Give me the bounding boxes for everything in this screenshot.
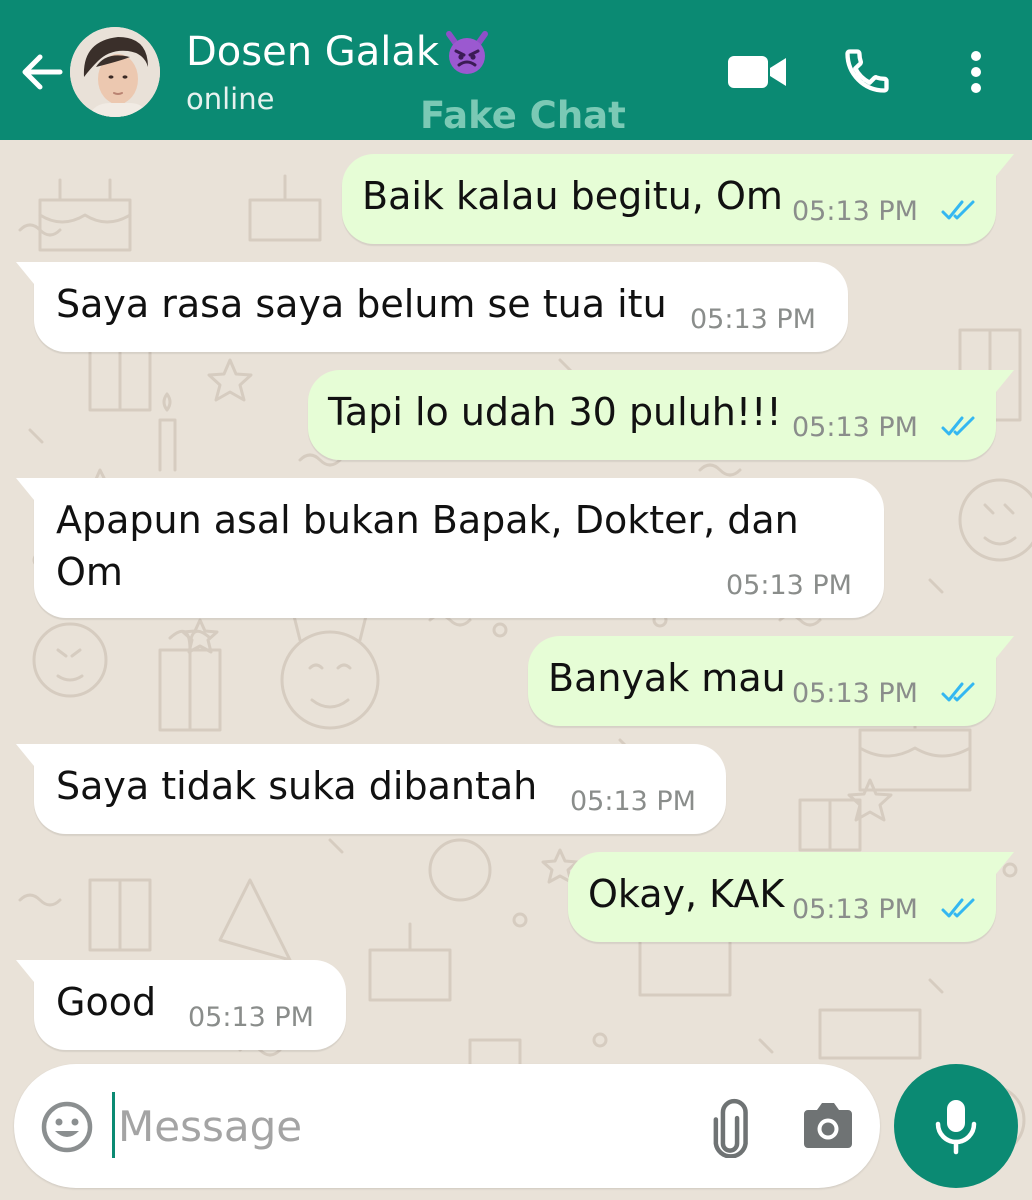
phone-icon (845, 49, 889, 93)
message-time: 05:13 PM (726, 570, 852, 601)
message-text: Baik kalau begitu, Om (362, 174, 783, 218)
message-text: Tapi lo udah 30 puluh!!! (328, 390, 782, 434)
more-vertical-icon (971, 51, 981, 93)
incoming-message[interactable]: Good 05:13 PM (16, 960, 346, 1050)
message-time: 05:13 PM (792, 894, 918, 925)
arrow-left-icon (22, 54, 63, 90)
voice-call-button[interactable] (836, 40, 898, 102)
message-input[interactable] (118, 1094, 658, 1158)
incoming-message[interactable]: Saya tidak suka dibantah 05:13 PM (16, 744, 726, 834)
camera-icon[interactable] (800, 1100, 856, 1152)
avatar-image (70, 27, 160, 117)
message-text: Apapun asal bukan Bapak, Dokter, dan Om (56, 498, 799, 594)
message-composer (14, 1064, 880, 1188)
double-check-read-icon (941, 898, 975, 918)
message-time: 05:13 PM (188, 1002, 314, 1033)
message-time: 05:13 PM (792, 412, 918, 443)
message-text: Saya rasa saya belum se tua itu (56, 282, 667, 326)
contact-name-text: Dosen Galak (186, 29, 440, 75)
message-time: 05:13 PM (792, 678, 918, 709)
double-check-read-icon (941, 682, 975, 702)
smiley-icon[interactable] (40, 1100, 94, 1154)
outgoing-message[interactable]: Baik kalau begitu, Om 05:13 PM (342, 154, 1014, 244)
outgoing-message[interactable]: Okay, KAK 05:13 PM (568, 852, 1014, 942)
outgoing-message[interactable]: Banyak mau 05:13 PM (528, 636, 1014, 726)
double-check-read-icon (941, 416, 975, 436)
message-text: Banyak mau (548, 656, 786, 700)
video-call-button[interactable] (722, 46, 792, 98)
message-time: 05:13 PM (570, 786, 696, 817)
paperclip-icon[interactable] (700, 1098, 760, 1158)
contact-status: online (186, 82, 275, 116)
chat-header: Dosen Galak online Fake Chat (0, 0, 1032, 140)
message-text: Saya tidak suka dibantah (56, 764, 538, 808)
message-time: 05:13 PM (792, 196, 918, 227)
devil-face-icon (446, 31, 489, 74)
contact-name[interactable]: Dosen Galak (186, 26, 493, 78)
voice-message-button[interactable] (894, 1064, 1018, 1188)
incoming-message[interactable]: Apapun asal bukan Bapak, Dokter, dan Om … (16, 478, 884, 618)
video-camera-icon (728, 56, 786, 88)
contact-avatar[interactable] (70, 27, 160, 117)
incoming-message[interactable]: Saya rasa saya belum se tua itu 05:13 PM (16, 262, 848, 352)
watermark-text: Fake Chat (420, 94, 626, 137)
outgoing-message[interactable]: Tapi lo udah 30 puluh!!! 05:13 PM (308, 370, 1014, 460)
message-text: Good (56, 980, 157, 1024)
more-options-button[interactable] (952, 40, 1000, 104)
text-cursor (112, 1092, 115, 1158)
double-check-read-icon (941, 200, 975, 220)
message-time: 05:13 PM (690, 304, 816, 335)
microphone-icon (935, 1100, 977, 1155)
message-text: Okay, KAK (588, 872, 785, 916)
back-button[interactable] (14, 44, 70, 100)
